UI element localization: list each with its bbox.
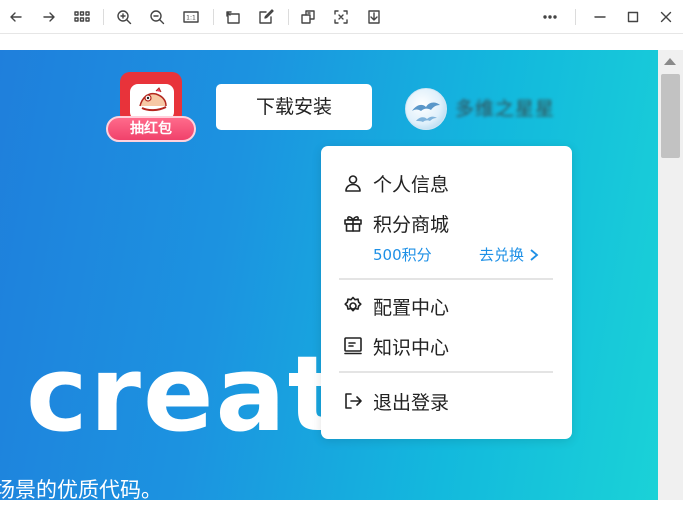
menu-item-profile[interactable]: 个人信息 (343, 170, 449, 196)
username: 多维之星星 (455, 98, 556, 120)
maximize-button[interactable] (622, 6, 644, 28)
menu-item-points-mall[interactable]: 积分商城 (343, 210, 449, 236)
gift-icon (344, 216, 362, 232)
red-packet-promo[interactable]: 抽红包 (106, 70, 198, 142)
chevron-right-icon (530, 248, 539, 261)
toolbar-divider (103, 9, 104, 25)
status-strip (0, 500, 683, 512)
points-balance: 500积分 (373, 246, 432, 264)
avatar-birds-icon (412, 102, 440, 122)
toolbar-divider (213, 9, 214, 25)
scrollbar-thumb[interactable] (661, 74, 680, 158)
rotate-button[interactable] (222, 6, 244, 28)
download-install-button[interactable]: 下载安装 (216, 84, 372, 130)
scan-icon (334, 10, 348, 24)
image-viewer-toolbar: 1:1 (0, 0, 683, 34)
settings-icon (344, 296, 362, 312)
book-icon (344, 337, 362, 355)
minimize-button[interactable] (589, 6, 611, 28)
copy-button[interactable] (297, 6, 319, 28)
forward-button[interactable] (38, 6, 60, 28)
forward-icon (43, 12, 55, 22)
actual-size-icon: 1:1 (183, 11, 199, 23)
menu-item-label: 积分商城 (373, 213, 450, 236)
menu-divider (339, 371, 553, 373)
exchange-link[interactable]: 去兑换 (479, 244, 540, 265)
svg-text:1:1: 1:1 (186, 15, 196, 22)
zoom-out-icon (150, 10, 165, 25)
download-button[interactable] (363, 6, 385, 28)
actual-size-button[interactable]: 1:1 (179, 6, 203, 28)
zoom-in-button[interactable] (113, 6, 135, 28)
zoom-in-icon (117, 10, 132, 25)
menu-item-logout[interactable]: 退出登录 (343, 388, 449, 414)
toolbar-divider (575, 9, 576, 25)
more-icon (543, 15, 557, 19)
more-button[interactable] (539, 6, 561, 28)
menu-item-settings[interactable]: 配置中心 (343, 293, 449, 319)
red-packet-label: 抽红包 (106, 116, 196, 142)
close-icon (660, 11, 672, 23)
banner-subtitle: 场景的优质代码。 (0, 478, 162, 500)
toolbar-gap (0, 34, 683, 50)
logout-icon (345, 393, 362, 409)
zoom-out-button[interactable] (146, 6, 168, 28)
scan-button[interactable] (330, 6, 352, 28)
menu-item-label: 个人信息 (373, 173, 450, 196)
image-viewport: 抽红包 下载安装 多维之星星 create 场景的优质代码。 个人信息 积分商城… (0, 50, 658, 500)
menu-divider (339, 278, 553, 280)
user-dropdown-menu: 个人信息 积分商城 500积分 去兑换 配置中心 知识中心 退出登录 (321, 146, 572, 439)
close-button[interactable] (655, 6, 677, 28)
toolbar-divider (288, 9, 289, 25)
avatar[interactable] (405, 88, 447, 130)
menu-item-label: 退出登录 (373, 391, 450, 414)
menu-item-knowledge[interactable]: 知识中心 (343, 333, 449, 359)
menu-item-label: 配置中心 (373, 296, 450, 319)
edit-button[interactable] (255, 6, 277, 28)
edit-icon (259, 9, 274, 24)
scroll-up-arrow-icon[interactable] (664, 58, 676, 65)
copy-icon (301, 10, 315, 24)
vertical-scrollbar[interactable] (658, 50, 683, 500)
grid-icon (74, 11, 90, 22)
download-icon (368, 10, 380, 24)
exchange-label: 去兑换 (479, 246, 525, 264)
back-button[interactable] (5, 6, 27, 28)
rotate-icon (226, 11, 240, 24)
user-icon (345, 175, 361, 192)
maximize-icon (627, 11, 639, 23)
grid-view-button[interactable] (71, 6, 93, 28)
minimize-icon (594, 16, 606, 18)
back-icon (10, 12, 22, 22)
menu-item-label: 知识中心 (373, 336, 450, 359)
mascot-icon (139, 87, 167, 112)
